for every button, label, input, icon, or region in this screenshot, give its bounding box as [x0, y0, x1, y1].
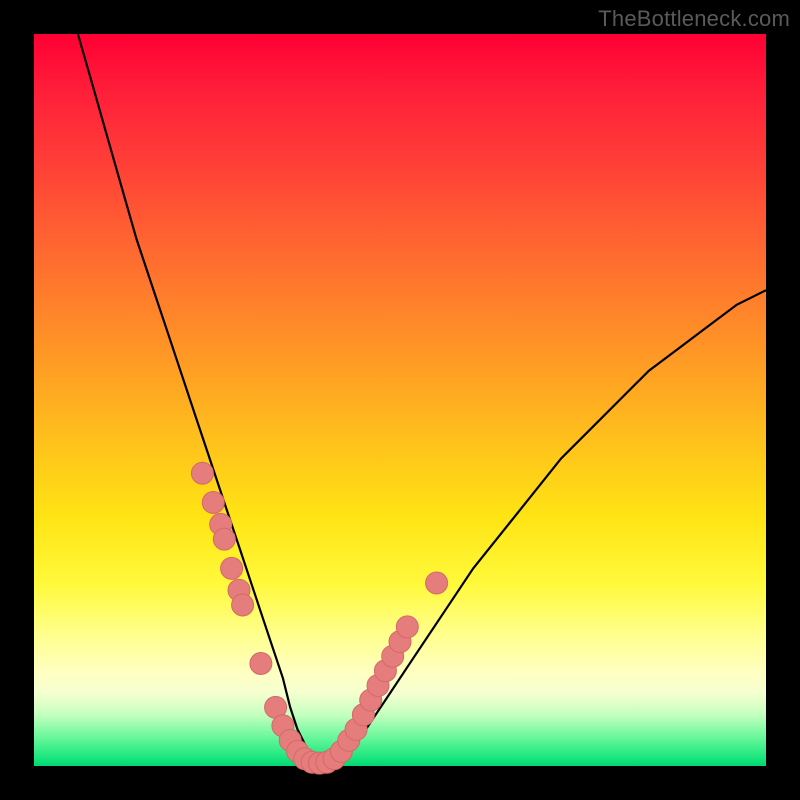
data-marker: [250, 653, 272, 675]
watermark-label: TheBottleneck.com: [598, 6, 790, 32]
data-marker: [213, 528, 235, 550]
chart-overlay: [34, 34, 766, 766]
chart-container: TheBottleneck.com: [0, 0, 800, 800]
data-marker: [396, 616, 418, 638]
data-markers: [191, 462, 447, 774]
data-marker: [221, 557, 243, 579]
data-marker: [232, 594, 254, 616]
bottleneck-curve: [78, 34, 766, 762]
data-marker: [191, 462, 213, 484]
data-marker: [426, 572, 448, 594]
data-marker: [202, 492, 224, 514]
